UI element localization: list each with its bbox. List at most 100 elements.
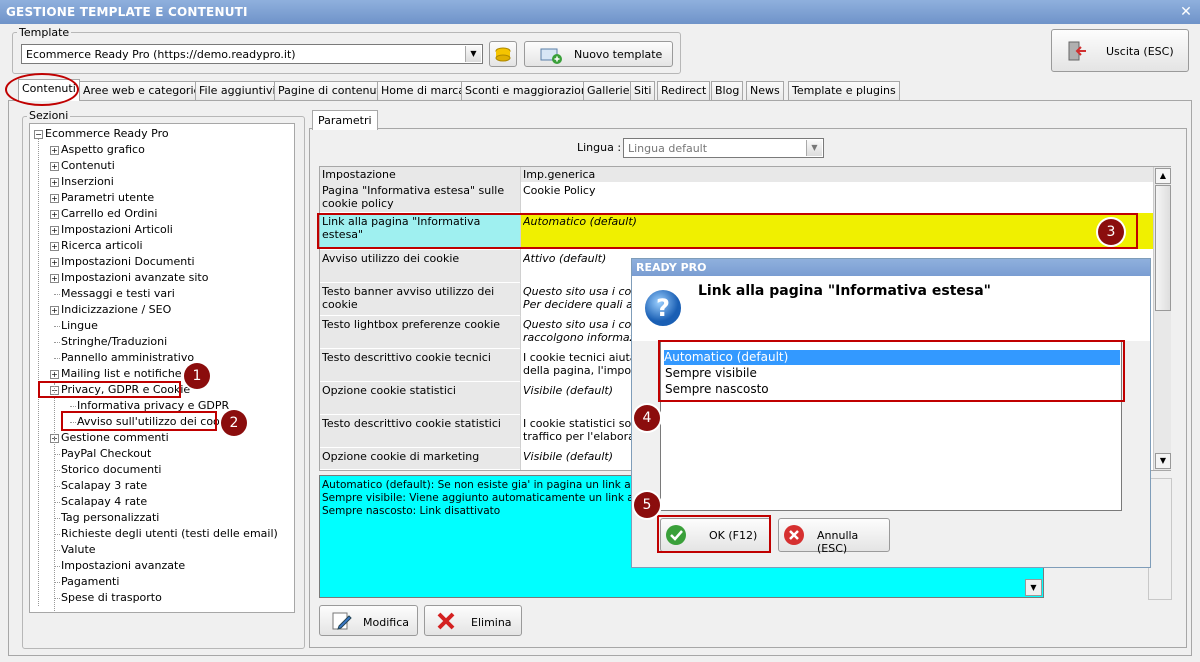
exit-button[interactable]: Uscita (ESC): [1051, 29, 1189, 72]
tab-aree-web[interactable]: Aree web e categorie: [79, 81, 205, 100]
tree-item[interactable]: Valute: [61, 543, 96, 556]
tab-parametri[interactable]: Parametri: [312, 110, 378, 130]
tree-item[interactable]: Inserzioni: [61, 175, 114, 188]
exit-door-icon: [1068, 41, 1086, 61]
tab-news[interactable]: News: [746, 81, 784, 100]
sections-tree[interactable]: − Ecommerce Ready Pro + Aspetto grafico + Con…: [29, 123, 295, 613]
template-select[interactable]: Ecommerce Ready Pro (https://demo.readyp…: [21, 44, 483, 64]
database-icon: [495, 47, 511, 62]
scroll-thumb[interactable]: [1155, 185, 1171, 311]
edit-button[interactable]: Modifica: [319, 605, 418, 636]
tab-template-plugins[interactable]: Template e plugins: [788, 81, 900, 100]
tab-sconti[interactable]: Sconti e maggiorazioni: [461, 81, 595, 100]
tree-item[interactable]: Carrello ed Ordini: [61, 207, 157, 220]
tree-item[interactable]: Gestione commenti: [61, 431, 169, 444]
tab-siti[interactable]: Siti: [630, 81, 656, 100]
column-header: Imp.generica: [523, 168, 596, 181]
language-value: Lingua default: [628, 142, 708, 155]
tree-item[interactable]: Indicizzazione / SEO: [61, 303, 171, 316]
template-group-label: Template: [17, 26, 72, 39]
tree-root[interactable]: Ecommerce Ready Pro: [45, 127, 169, 140]
expand-icon[interactable]: +: [50, 210, 59, 219]
annotation-box-options: [658, 340, 1125, 402]
expand-icon[interactable]: +: [50, 146, 59, 155]
expand-icon[interactable]: +: [50, 178, 59, 187]
tab-redirect[interactable]: Redirect: [657, 81, 711, 100]
setting-name: Opzione cookie di marketing: [322, 450, 480, 463]
delete-label: Elimina: [471, 616, 512, 629]
tree-item[interactable]: Messaggi e testi vari: [61, 287, 175, 300]
tree-item[interactable]: Storico documenti: [61, 463, 161, 476]
tree-branch: [54, 326, 60, 327]
chevron-down-icon[interactable]: ▼: [806, 140, 822, 156]
tree-item[interactable]: Parametri utente: [61, 191, 154, 204]
scroll-up-icon[interactable]: ▲: [1155, 168, 1171, 184]
template-selected-value: Ecommerce Ready Pro (https://demo.readyp…: [26, 48, 296, 61]
scroll-down-icon[interactable]: ▼: [1155, 453, 1171, 469]
tree-item[interactable]: Richieste degli utenti (testi delle emai…: [61, 527, 278, 540]
dialog-title: READY PRO: [636, 261, 707, 274]
setting-name: Testo lightbox preferenze cookie: [322, 318, 501, 331]
annotation-badge-5: 5: [634, 492, 660, 518]
tab-gallerie[interactable]: Gallerie: [583, 81, 634, 100]
language-select[interactable]: Lingua default ▼: [623, 138, 824, 158]
exit-label: Uscita (ESC): [1106, 45, 1174, 58]
tree-item[interactable]: PayPal Checkout: [61, 447, 151, 460]
tree-item[interactable]: Stringhe/Traduzioni: [61, 335, 167, 348]
tab-label: Sconti e maggiorazioni: [465, 84, 591, 97]
expand-icon[interactable]: +: [50, 306, 59, 315]
new-template-label: Nuovo template: [574, 48, 663, 61]
dialog-question: Link alla pagina "Informativa estesa": [698, 283, 991, 299]
tree-item[interactable]: Pagamenti: [61, 575, 119, 588]
collapse-icon[interactable]: −: [34, 130, 43, 139]
setting-name: Testo descrittivo cookie tecnici: [322, 351, 491, 364]
edit-label: Modifica: [363, 616, 409, 629]
tree-item[interactable]: Lingue: [61, 319, 98, 332]
tree-item[interactable]: Scalapay 4 rate: [61, 495, 147, 508]
expand-icon[interactable]: +: [50, 162, 59, 171]
cancel-button[interactable]: Annulla (ESC): [778, 518, 890, 555]
expand-icon[interactable]: +: [50, 258, 59, 267]
tab-home-marca[interactable]: Home di marca: [377, 81, 470, 100]
delete-button[interactable]: Elimina: [424, 605, 522, 636]
chevron-down-icon[interactable]: ▼: [1025, 579, 1042, 596]
tab-file-aggiuntivi[interactable]: File aggiuntivi: [195, 81, 280, 100]
tab-pagine-contenuti[interactable]: Pagine di contenuti: [274, 81, 388, 100]
tree-item[interactable]: Impostazioni Articoli: [61, 223, 173, 236]
tree-item[interactable]: Pannello amministrativo: [61, 351, 194, 364]
tree-item[interactable]: Impostazioni avanzate: [61, 559, 185, 572]
setting-name: Testo descrittivo cookie statistici: [322, 417, 501, 430]
grid-scrollbar[interactable]: ▲ ▼: [1153, 167, 1171, 470]
tree-item[interactable]: Aspetto grafico: [61, 143, 145, 156]
tab-blog[interactable]: Blog: [711, 81, 744, 100]
tab-label: Home di marca: [381, 84, 466, 97]
annotation-badge-2: 2: [221, 410, 247, 436]
tree-item[interactable]: Tag personalizzati: [61, 511, 159, 524]
side-panel: [1148, 478, 1172, 600]
expand-icon[interactable]: +: [50, 194, 59, 203]
tree-branch: [70, 406, 76, 407]
description-text: Automatico (default): Se non esiste gia'…: [322, 479, 673, 517]
setting-name: Testo banner avviso utilizzo dei cookie: [322, 285, 495, 311]
expand-icon[interactable]: +: [50, 242, 59, 251]
close-icon[interactable]: ✕: [1178, 4, 1194, 20]
annotation-box-row: [317, 213, 1138, 249]
tree-item[interactable]: Ricerca articoli: [61, 239, 143, 252]
tab-label: Parametri: [318, 114, 372, 127]
annotation-box-cookie: [61, 411, 217, 431]
tree-item[interactable]: Impostazioni avanzate sito: [61, 271, 208, 284]
tree-item[interactable]: Scalapay 3 rate: [61, 479, 147, 492]
open-template-button[interactable]: [489, 41, 517, 67]
delete-icon: [437, 612, 455, 630]
expand-icon[interactable]: +: [50, 226, 59, 235]
tree-item[interactable]: Contenuti: [61, 159, 115, 172]
tree-item[interactable]: Impostazioni Documenti: [61, 255, 195, 268]
new-template-button[interactable]: Nuovo template: [524, 41, 673, 67]
expand-icon[interactable]: +: [50, 274, 59, 283]
annotation-badge-3: 3: [1098, 219, 1124, 245]
tab-label: Redirect: [661, 84, 707, 97]
tree-item[interactable]: Spese di trasporto: [61, 591, 162, 604]
expand-icon[interactable]: +: [50, 370, 59, 379]
annotation-box-ok: [657, 515, 771, 553]
chevron-down-icon[interactable]: ▼: [465, 46, 481, 62]
